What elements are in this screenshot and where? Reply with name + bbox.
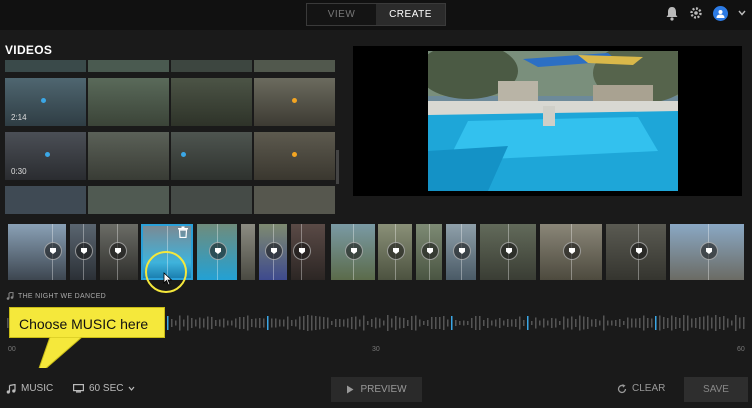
library-scrollbar[interactable] [336, 150, 339, 184]
play-icon [347, 385, 354, 394]
monitor-icon [73, 384, 84, 393]
clip-marker-icon[interactable] [563, 242, 581, 260]
video-thumbnail[interactable] [171, 60, 252, 72]
video-thumbnail[interactable] [254, 186, 335, 214]
video-thumbnail[interactable] [171, 132, 252, 180]
tab-view[interactable]: VIEW [307, 4, 376, 25]
gear-icon[interactable] [689, 6, 703, 20]
timeline-clip[interactable] [8, 224, 66, 280]
music-button-label: MUSIC [21, 383, 54, 394]
timeline-clip[interactable] [378, 224, 412, 280]
video-thumbnail[interactable] [254, 78, 335, 126]
clip-marker-dot [292, 98, 297, 103]
clip-marker-dot [292, 152, 297, 157]
mouse-cursor-icon [163, 272, 173, 286]
mode-toggle: VIEW CREATE [306, 3, 446, 26]
clip-timeline-strip [0, 221, 752, 283]
video-thumbnail[interactable] [171, 78, 252, 126]
timeline-clip[interactable] [540, 224, 602, 280]
timeline-clip[interactable] [331, 224, 375, 280]
clear-button[interactable]: CLEAR [617, 383, 665, 394]
clip-marker-icon[interactable] [293, 242, 311, 260]
tab-create[interactable]: CREATE [376, 4, 445, 25]
video-library-grid: 2:14 0:30 [5, 60, 335, 214]
preview-button-label: PREVIEW [360, 384, 407, 395]
clip-marker-icon[interactable] [500, 242, 518, 260]
clip-marker-icon[interactable] [387, 242, 405, 260]
timeline-tick-label: 60 [737, 346, 745, 353]
clip-marker-icon[interactable] [700, 242, 718, 260]
callout-text: Choose MUSIC here [19, 316, 149, 332]
video-thumbnail[interactable] [5, 60, 86, 72]
timeline-clip[interactable] [670, 224, 744, 280]
video-thumbnail[interactable]: 0:30 [5, 132, 86, 180]
clip-marker-icon[interactable] [630, 242, 648, 260]
timeline-clip[interactable] [259, 224, 287, 280]
video-thumbnail[interactable] [88, 186, 169, 214]
preview-player[interactable] [353, 46, 742, 196]
bottom-toolbar: MUSIC 60 SEC PREVIEW CLEAR SAVE [0, 368, 752, 408]
timeline-clip[interactable] [446, 224, 476, 280]
chevron-down-icon [129, 386, 135, 391]
song-title-row: THE NIGHT WE DANCED [6, 292, 106, 300]
user-icon[interactable] [713, 5, 728, 21]
video-thumbnail[interactable] [5, 186, 86, 214]
video-duration: 2:14 [11, 113, 27, 122]
video-thumbnail[interactable]: 2:14 [5, 78, 86, 126]
preview-button[interactable]: PREVIEW [331, 377, 422, 402]
music-note-icon [6, 383, 16, 394]
music-note-icon [6, 292, 14, 300]
duration-label: 60 SEC [89, 383, 124, 394]
video-thumbnail[interactable] [254, 132, 335, 180]
clip-marker-icon[interactable] [345, 242, 363, 260]
video-thumbnail[interactable] [254, 60, 335, 72]
clear-button-label: CLEAR [632, 383, 666, 394]
video-thumbnail[interactable] [88, 60, 169, 72]
chevron-down-icon[interactable] [738, 10, 746, 16]
clip-marker-dot [45, 152, 50, 157]
video-thumbnail[interactable] [171, 186, 252, 214]
clip-marker-icon[interactable] [453, 242, 471, 260]
bell-icon[interactable] [665, 5, 679, 21]
clip-marker-icon[interactable] [44, 242, 62, 260]
clip-marker-icon[interactable] [421, 242, 439, 260]
timeline-clip[interactable] [70, 224, 96, 280]
video-thumbnail[interactable] [88, 132, 169, 180]
duration-dropdown[interactable]: 60 SEC [73, 383, 135, 394]
timeline-clip[interactable] [197, 224, 237, 280]
timeline-tick-label: 30 [372, 346, 380, 353]
tutorial-callout: Choose MUSIC here [9, 307, 165, 338]
timeline-clip[interactable] [100, 224, 138, 280]
clip-marker-icon[interactable] [75, 242, 93, 260]
timeline-clip[interactable] [416, 224, 442, 280]
refresh-icon [617, 383, 627, 393]
video-duration: 0:30 [11, 167, 27, 176]
clip-marker-icon[interactable] [209, 242, 227, 260]
clip-marker-dot [41, 98, 46, 103]
clip-marker-dot [181, 152, 186, 157]
timeline-tick-label: 00 [8, 346, 16, 353]
timeline-clip[interactable] [606, 224, 666, 280]
timeline-clip[interactable] [241, 224, 255, 280]
top-bar: VIEW CREATE [0, 0, 752, 30]
music-button[interactable]: MUSIC [6, 383, 53, 394]
song-title: THE NIGHT WE DANCED [18, 292, 107, 300]
video-thumbnail[interactable] [88, 78, 169, 126]
timeline-clip[interactable] [291, 224, 325, 280]
trash-icon[interactable] [177, 226, 189, 238]
clip-marker-icon[interactable] [109, 242, 127, 260]
videos-heading: VIDEOS [5, 43, 53, 57]
pool-preview-image [428, 51, 678, 191]
save-button[interactable]: SAVE [684, 377, 748, 402]
clip-marker-icon[interactable] [265, 242, 283, 260]
timeline-clip[interactable] [480, 224, 536, 280]
